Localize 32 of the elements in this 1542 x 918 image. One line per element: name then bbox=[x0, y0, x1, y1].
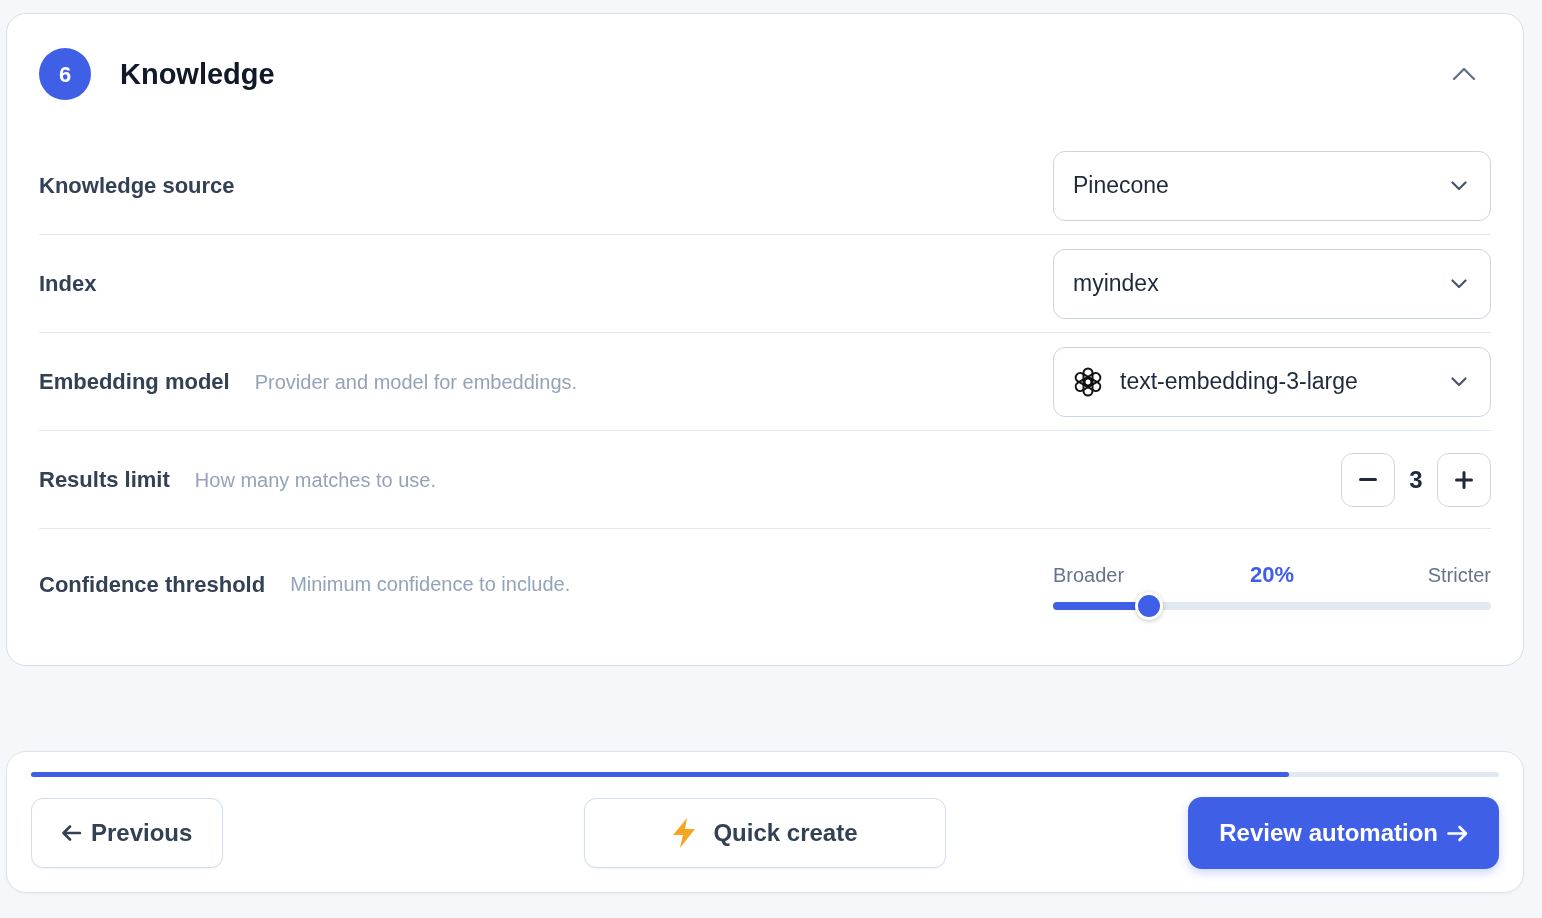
field-label: Index bbox=[39, 270, 97, 298]
review-automation-button[interactable]: Review automation bbox=[1188, 797, 1499, 869]
section-title: Knowledge bbox=[120, 59, 275, 89]
plus-icon bbox=[1455, 470, 1473, 489]
chevron-down-icon bbox=[1451, 376, 1467, 387]
minus-icon bbox=[1359, 478, 1377, 481]
dropdown-select[interactable]: Pinecone bbox=[1053, 150, 1491, 221]
slider-min-label: Broader bbox=[1053, 562, 1125, 588]
lightning-bolt-icon bbox=[672, 818, 697, 848]
field-label: Knowledge source bbox=[39, 172, 235, 200]
dropdown-select[interactable]: text-embedding-3-large bbox=[1053, 346, 1491, 417]
chevron-down-icon bbox=[1451, 278, 1467, 289]
chevron-down-icon bbox=[1451, 180, 1467, 191]
chevron-up-icon[interactable] bbox=[1452, 67, 1476, 81]
quick-create-button[interactable]: Quick create bbox=[584, 798, 946, 868]
field-description: Provider and model for embeddings. bbox=[254, 369, 578, 395]
field-label: Confidence threshold bbox=[39, 570, 266, 599]
increment-button[interactable] bbox=[1437, 452, 1491, 507]
slider-value: 20% bbox=[1249, 561, 1294, 589]
previous-button[interactable]: Previous bbox=[31, 798, 224, 868]
field-description: Minimum confidence to include. bbox=[290, 572, 571, 597]
field-label: Results limit bbox=[39, 466, 170, 494]
dropdown-select[interactable]: myindex bbox=[1053, 248, 1491, 319]
slider-thumb[interactable] bbox=[1135, 592, 1163, 620]
field-label: Embedding model bbox=[39, 368, 230, 396]
arrow-left-icon bbox=[62, 825, 81, 841]
arrow-right-icon bbox=[1447, 824, 1468, 842]
field-description: How many matches to use. bbox=[194, 467, 437, 493]
knot-logo-icon bbox=[1073, 366, 1103, 397]
slider-max-label: Stricter bbox=[1427, 562, 1491, 588]
step-number: 6 bbox=[39, 48, 91, 100]
stepper-value: 3 bbox=[1408, 464, 1424, 495]
